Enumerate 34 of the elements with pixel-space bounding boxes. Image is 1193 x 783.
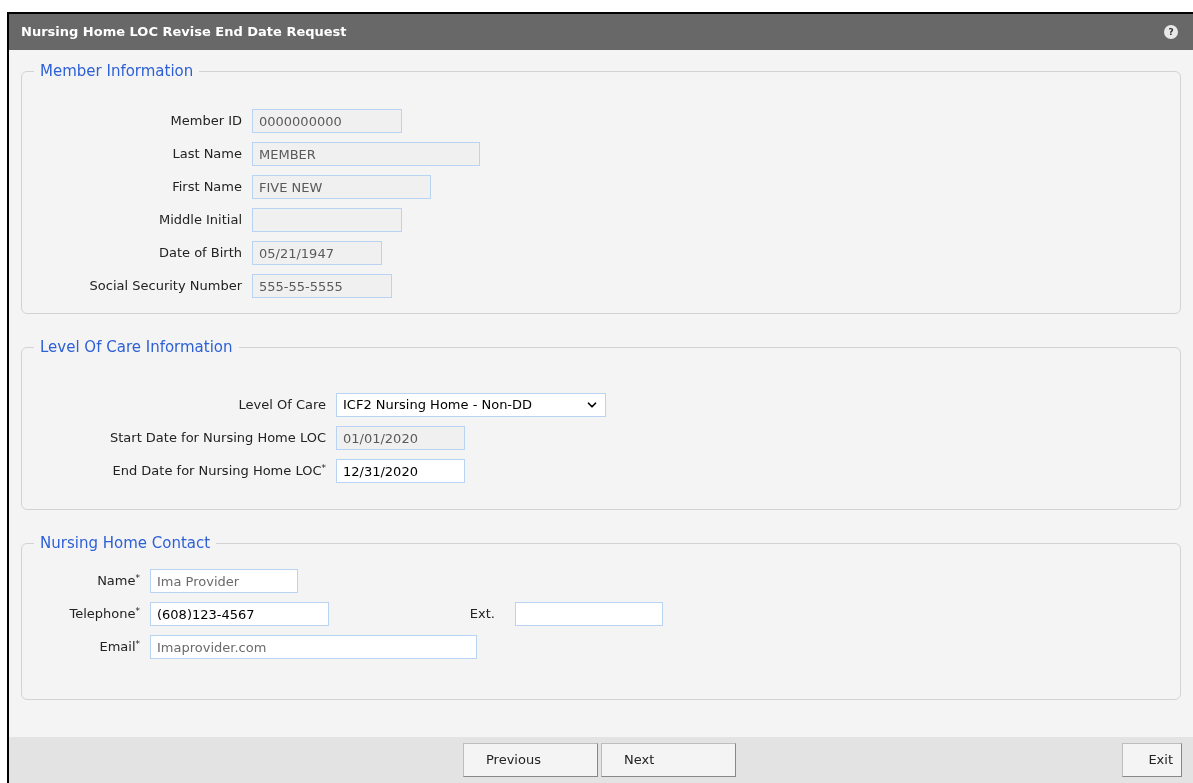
field-label: Member ID xyxy=(170,112,242,131)
field-label: Middle Initial xyxy=(158,211,242,230)
field-label: Social Security Number xyxy=(89,277,242,296)
readonly-field[interactable] xyxy=(252,208,402,232)
select-field[interactable]: ICF2 Nursing Home - Non-DD xyxy=(336,393,606,417)
readonly-field[interactable]: MEMBER xyxy=(252,142,480,166)
window-title: Nursing Home LOC Revise End Date Request xyxy=(21,23,347,42)
field-label: Telephone$^{*}$ xyxy=(69,604,140,624)
input-field[interactable] xyxy=(515,602,663,626)
section-title: Member Information xyxy=(39,61,195,82)
field-label: Name$^{*}$ xyxy=(97,571,140,591)
readonly-field[interactable]: 05/21/1947 xyxy=(252,241,382,265)
input-field[interactable]: Imaprovider.com xyxy=(150,635,477,659)
field-label: Ext. xyxy=(469,605,495,624)
help-button[interactable]: ? xyxy=(1164,25,1178,39)
field-label: Level Of Care xyxy=(238,396,326,415)
field-label: Date of Birth xyxy=(158,244,242,263)
readonly-field[interactable]: 555-55-5555 xyxy=(252,274,392,298)
field-label: End Date for Nursing Home LOC$^{*}$ xyxy=(112,461,326,481)
readonly-field[interactable]: 01/01/2020 xyxy=(336,426,465,450)
section-title: Level Of Care Information xyxy=(39,337,234,358)
readonly-field[interactable]: 0000000000 xyxy=(252,109,402,133)
field-label: Email$^{*}$ xyxy=(99,637,140,657)
nav-button[interactable]: Next xyxy=(601,743,736,777)
section-title: Nursing Home Contact xyxy=(39,533,212,554)
field-label: First Name xyxy=(172,178,242,197)
input-field[interactable]: 12/31/2020 xyxy=(336,459,465,483)
field-label: Last Name xyxy=(172,145,242,164)
readonly-field[interactable]: FIVE NEW xyxy=(252,175,431,199)
exit-button[interactable]: Exit xyxy=(1122,743,1182,777)
nav-button[interactable]: Previous xyxy=(463,743,598,777)
input-field[interactable]: Ima Provider xyxy=(150,569,298,593)
input-field[interactable]: (608)123-4567 xyxy=(150,602,329,626)
field-label: Start Date for Nursing Home LOC xyxy=(109,429,326,448)
